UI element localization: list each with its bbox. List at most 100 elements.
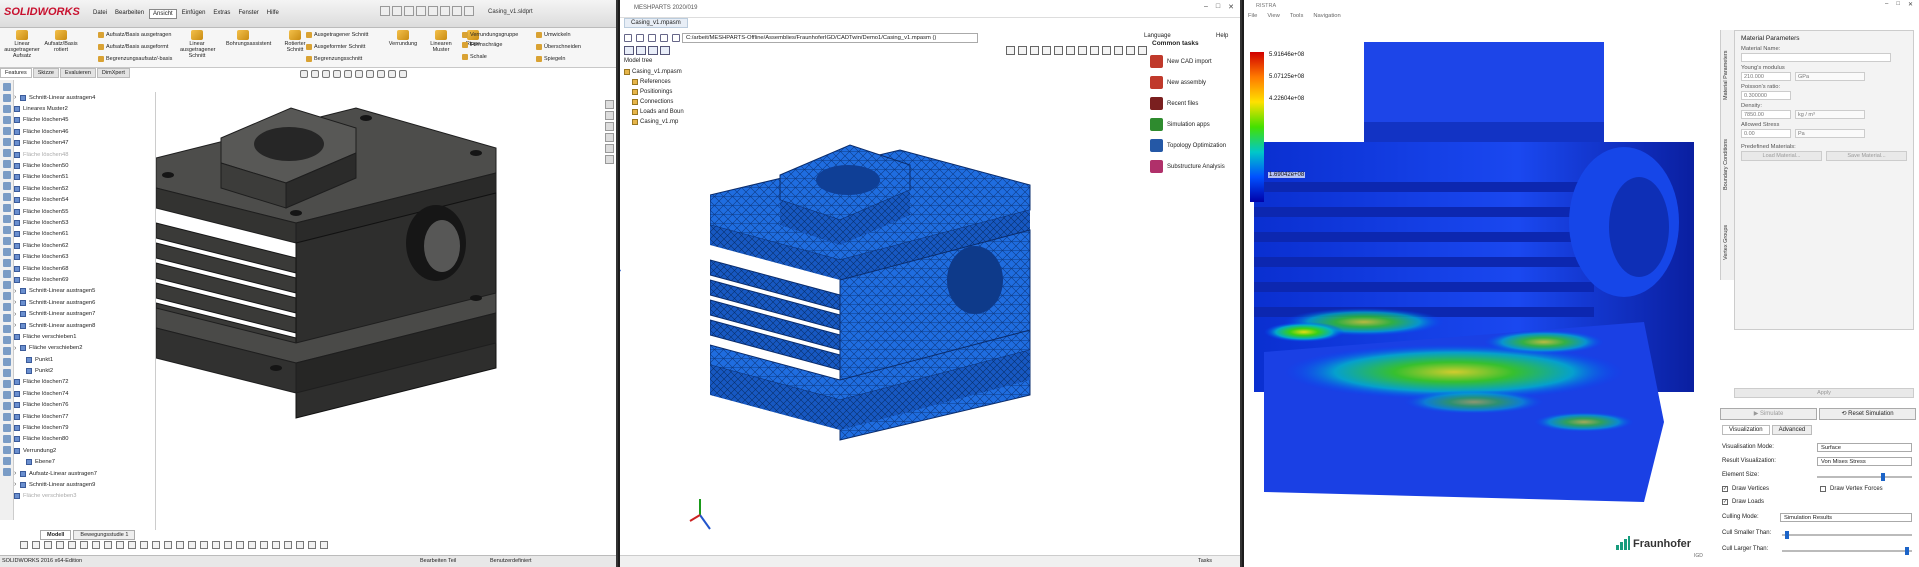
model-tree-item[interactable]: Casing_v1.mp bbox=[624, 117, 724, 127]
poisson-ratio-input[interactable]: 0.300000 bbox=[1741, 91, 1791, 100]
simulate-button[interactable]: ▶ Simulate bbox=[1720, 408, 1817, 420]
view-palette-icon[interactable] bbox=[605, 133, 614, 142]
bottom-tab[interactable]: Bewegungsstudie 1 bbox=[73, 530, 136, 540]
sketch-tool-icon[interactable] bbox=[3, 347, 11, 355]
sketch-tool-icon[interactable] bbox=[3, 424, 11, 432]
ribbon-small-button[interactable]: Schale bbox=[462, 54, 487, 60]
view-top-icon[interactable] bbox=[636, 46, 646, 55]
sketch-entity-icon[interactable] bbox=[140, 541, 148, 549]
sketch-tool-icon[interactable] bbox=[3, 116, 11, 124]
bottom-tab[interactable]: Modell bbox=[40, 530, 72, 540]
rotate-icon[interactable] bbox=[1030, 46, 1039, 55]
design-library-icon[interactable] bbox=[605, 111, 614, 120]
maximize-icon[interactable]: □ bbox=[1896, 1, 1900, 8]
sketch-entity-icon[interactable] bbox=[248, 541, 256, 549]
tree-item[interactable]: Fläche löschen79 bbox=[14, 422, 155, 433]
rebuild-icon[interactable] bbox=[452, 6, 462, 16]
sketch-entity-icon[interactable] bbox=[164, 541, 172, 549]
common-task-item[interactable]: New assembly bbox=[1150, 72, 1240, 93]
menu-item[interactable]: Extras bbox=[210, 9, 233, 19]
menu-item[interactable]: Hilfe bbox=[264, 9, 282, 19]
shaded-icon[interactable] bbox=[1078, 46, 1087, 55]
sketch-tool-icon[interactable] bbox=[3, 193, 11, 201]
sketch-tool-icon[interactable] bbox=[3, 127, 11, 135]
ribbon-small-button[interactable]: Verrundungsgruppe bbox=[462, 32, 518, 38]
ribbon-small-button[interactable]: Ausgetragener Schnitt bbox=[306, 32, 368, 38]
save-icon[interactable] bbox=[404, 6, 414, 16]
sketch-tool-icon[interactable] bbox=[3, 402, 11, 410]
sketch-entity-icon[interactable] bbox=[224, 541, 232, 549]
appearance-icon[interactable] bbox=[377, 70, 385, 78]
sketch-tool-icon[interactable] bbox=[3, 457, 11, 465]
print-icon[interactable] bbox=[416, 6, 426, 16]
view-settings-icon[interactable] bbox=[399, 70, 407, 78]
tree-item[interactable]: Fläche löschen54 bbox=[14, 195, 155, 206]
tree-item[interactable]: Fläche löschen68 bbox=[14, 263, 155, 274]
tree-item[interactable]: Fläche löschen50 bbox=[14, 160, 155, 171]
sketch-tool-icon[interactable] bbox=[3, 292, 11, 300]
tree-item[interactable]: Fläche löschen74 bbox=[14, 388, 155, 399]
tree-item[interactable]: Fläche löschen69 bbox=[14, 274, 155, 285]
display-style-icon[interactable] bbox=[355, 70, 363, 78]
menu-item[interactable]: View bbox=[1267, 13, 1279, 19]
sketch-tool-icon[interactable] bbox=[3, 303, 11, 311]
menu-item[interactable]: Einfügen bbox=[179, 9, 209, 19]
sketch-tool-icon[interactable] bbox=[3, 215, 11, 223]
vertical-tab[interactable]: Material Parameters bbox=[1723, 50, 1729, 100]
menu-item[interactable]: Navigation bbox=[1313, 13, 1340, 19]
vis-tab[interactable]: Visualization bbox=[1722, 425, 1770, 435]
select-icon[interactable] bbox=[440, 6, 450, 16]
ribbon-small-button[interactable]: Aufsatz/Basis ausgeformt bbox=[98, 44, 168, 50]
save-material-button[interactable]: Save Material... bbox=[1826, 151, 1907, 161]
ribbon-small-button[interactable]: Formschräge bbox=[462, 42, 502, 48]
sketch-tool-icon[interactable] bbox=[3, 105, 11, 113]
tree-item[interactable]: Fläche löschen46 bbox=[14, 126, 155, 137]
ribbon-small-button[interactable]: Begrenzungsaufsatz/-basis bbox=[98, 56, 172, 62]
sketch-entity-icon[interactable] bbox=[272, 541, 280, 549]
sketch-entity-icon[interactable] bbox=[212, 541, 220, 549]
file-path-field[interactable]: C:/arbeit/MESHPARTS-Offline/Assemblies/F… bbox=[682, 33, 978, 43]
tree-item[interactable]: Schnitt-Linear austragen5 bbox=[14, 286, 155, 297]
tree-item[interactable]: Schnitt-Linear austragen4 bbox=[14, 92, 155, 103]
culling-mode-select[interactable]: Simulation Results bbox=[1780, 513, 1912, 522]
tree-item[interactable]: Fläche löschen52 bbox=[14, 183, 155, 194]
tree-item[interactable]: Schnitt-Linear austragen6 bbox=[14, 297, 155, 308]
sketch-tool-icon[interactable] bbox=[3, 336, 11, 344]
sketch-tool-icon[interactable] bbox=[3, 259, 11, 267]
tree-item[interactable]: Punkt1 bbox=[14, 354, 155, 365]
custom-properties-icon[interactable] bbox=[605, 155, 614, 164]
file-explorer-icon[interactable] bbox=[605, 122, 614, 131]
ribbon-feature-button[interactable]: Linear ausgetragener Schnitt bbox=[180, 30, 215, 59]
ribbon-feature-button[interactable]: Linear ausgetragener Aufsatz bbox=[2, 30, 42, 59]
element-size-knob[interactable] bbox=[1880, 473, 1885, 481]
sketch-entity-icon[interactable] bbox=[104, 541, 112, 549]
tree-item[interactable]: Fläche löschen62 bbox=[14, 240, 155, 251]
sketch-tool-icon[interactable] bbox=[3, 435, 11, 443]
tree-item[interactable]: Fläche löschen45 bbox=[14, 115, 155, 126]
camera-icon[interactable] bbox=[1054, 46, 1063, 55]
tree-item[interactable]: Verrundung2 bbox=[14, 445, 155, 456]
menu-item[interactable]: Bearbeiten bbox=[112, 9, 147, 19]
ribbon-feature-button[interactable]: Bohrungsassistent bbox=[226, 30, 271, 47]
reset-simulation-button[interactable]: ⟲ Reset Simulation bbox=[1819, 408, 1916, 420]
ribbon-small-button[interactable]: Aufsatz/Basis ausgetragen bbox=[98, 32, 171, 38]
menu-item[interactable]: Fenster bbox=[235, 9, 261, 19]
tree-item[interactable]: Fläche löschen53 bbox=[14, 217, 155, 228]
sketch-entity-icon[interactable] bbox=[128, 541, 136, 549]
resources-icon[interactable] bbox=[605, 100, 614, 109]
sketch-entity-icon[interactable] bbox=[152, 541, 160, 549]
tab-evaluieren[interactable]: Evaluieren bbox=[59, 68, 96, 78]
hide-show-icon[interactable] bbox=[366, 70, 374, 78]
close-icon[interactable]: ✕ bbox=[1228, 3, 1234, 11]
zoom-icon[interactable] bbox=[1018, 46, 1027, 55]
tree-item[interactable]: Fläche löschen63 bbox=[14, 251, 155, 262]
tab-dimxpert[interactable]: DimXpert bbox=[96, 68, 130, 78]
sketch-tool-icon[interactable] bbox=[3, 446, 11, 454]
sketch-tool-icon[interactable] bbox=[3, 369, 11, 377]
cull-smaller-slider[interactable] bbox=[1782, 531, 1912, 539]
sketch-tool-icon[interactable] bbox=[3, 325, 11, 333]
model-tree-item[interactable]: Casing_v1.mpasm bbox=[624, 67, 724, 77]
ribbon-small-button[interactable]: Umwickeln bbox=[536, 32, 571, 38]
tree-item[interactable]: Punkt2 bbox=[14, 365, 155, 376]
tree-item[interactable]: Fläche löschen72 bbox=[14, 377, 155, 388]
